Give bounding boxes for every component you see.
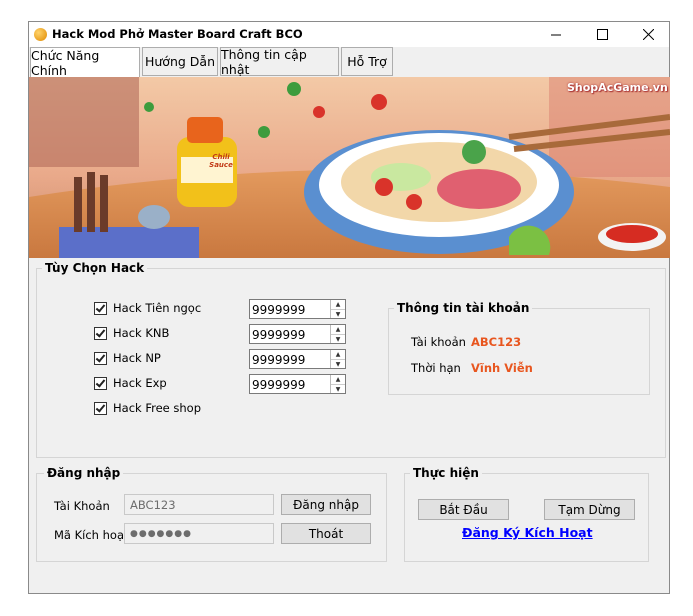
- banner-image: [29, 77, 670, 258]
- stepper-value: 9999999: [252, 303, 306, 317]
- checkbox-label: Hack Tiên ngọc: [113, 301, 202, 315]
- checkbox-label: Hack Free shop: [113, 401, 202, 415]
- tab-main-functions[interactable]: Chức Năng Chính: [30, 47, 140, 78]
- close-icon[interactable]: [625, 22, 671, 47]
- stepper-value: 9999999: [252, 378, 306, 392]
- group-title: Thông tin tài khoản: [394, 301, 533, 315]
- account-label: Tài khoản: [411, 335, 466, 349]
- check-icon[interactable]: [94, 401, 107, 415]
- checkbox-hack-free-shop[interactable]: Hack Free shop: [94, 401, 201, 415]
- app-icon: [34, 28, 47, 41]
- checkbox-label: Hack NP: [113, 351, 161, 365]
- exit-button[interactable]: Thoát: [281, 523, 371, 544]
- stepper-value: 9999999: [252, 353, 306, 367]
- tab-strip: Chức Năng Chính Hướng Dẫn Thông tin cập …: [29, 46, 669, 78]
- login-account-label: Tài Khoản: [54, 499, 110, 513]
- checkbox-hack-tien-ngoc[interactable]: Hack Tiên ngọc: [94, 301, 201, 315]
- checkbox-hack-knb[interactable]: Hack KNB: [94, 326, 169, 340]
- check-icon[interactable]: [94, 326, 107, 340]
- tien-ngoc-stepper[interactable]: 9999999 ▲ ▼: [249, 299, 346, 319]
- title-bar[interactable]: Hack Mod Phở Master Board Craft BCO: [29, 22, 669, 47]
- banner-watermark: ShopAcGame.vn: [567, 81, 668, 94]
- tab-label: Thông tin cập nhật: [221, 46, 307, 77]
- knb-stepper[interactable]: 9999999 ▲ ▼: [249, 324, 346, 344]
- activation-code-field[interactable]: ●●●●●●●: [124, 523, 274, 544]
- minimize-icon[interactable]: [533, 22, 579, 47]
- tab-update-info[interactable]: Thông tin cập nhật: [220, 46, 339, 77]
- check-icon[interactable]: [94, 376, 107, 390]
- stepper-value: 9999999: [252, 328, 306, 342]
- spin-buttons[interactable]: ▲ ▼: [330, 300, 345, 318]
- tab-label: Chức Năng Chính: [31, 48, 100, 78]
- check-icon[interactable]: [94, 301, 107, 315]
- term-label: Thời hạn: [411, 361, 461, 375]
- spin-down-icon[interactable]: ▼: [331, 335, 345, 344]
- spin-buttons[interactable]: ▲ ▼: [330, 350, 345, 368]
- term-value: Vĩnh Viễn: [471, 361, 533, 375]
- group-title: Tùy Chọn Hack: [42, 261, 148, 275]
- window-title: Hack Mod Phở Master Board Craft BCO: [52, 27, 303, 41]
- spin-buttons[interactable]: ▲ ▼: [330, 325, 345, 343]
- login-group: Đăng nhập Tài Khoản ABC123 Đăng nhập Mã …: [36, 466, 387, 562]
- np-stepper[interactable]: 9999999 ▲ ▼: [249, 349, 346, 369]
- account-info-group: Thông tin tài khoản Tài khoản ABC123 Thờ…: [388, 301, 650, 395]
- spin-up-icon[interactable]: ▲: [331, 350, 345, 360]
- start-button[interactable]: Bắt Đầu: [418, 499, 509, 520]
- register-activation-link[interactable]: Đăng Ký Kích Hoạt: [462, 525, 593, 540]
- spin-down-icon[interactable]: ▼: [331, 360, 345, 369]
- activation-code-label: Mã Kích hoạt: [54, 528, 129, 542]
- pause-button[interactable]: Tạm Dừng: [544, 499, 635, 520]
- account-value: ABC123: [471, 335, 522, 349]
- group-title: Thực hiện: [410, 466, 482, 480]
- checkbox-label: Hack KNB: [113, 326, 170, 340]
- checkbox-label: Hack Exp: [113, 376, 167, 390]
- spin-down-icon[interactable]: ▼: [331, 310, 345, 319]
- app-window: Hack Mod Phở Master Board Craft BCO Chức…: [28, 21, 670, 594]
- execute-group: Thực hiện Bắt Đầu Tạm Dừng Đăng Ký Kích …: [404, 466, 649, 562]
- tab-label: Hướng Dẫn: [144, 54, 215, 69]
- tab-support[interactable]: Hỗ Trợ: [341, 47, 393, 76]
- checkbox-hack-exp[interactable]: Hack Exp: [94, 376, 167, 390]
- tab-label: Hỗ Trợ: [347, 54, 387, 69]
- game-banner: ShopAcGame.vn Chili Sauce: [29, 77, 670, 258]
- checkbox-hack-np[interactable]: Hack NP: [94, 351, 161, 365]
- maximize-icon[interactable]: [579, 22, 625, 47]
- login-button[interactable]: Đăng nhập: [281, 494, 371, 515]
- spin-down-icon[interactable]: ▼: [331, 385, 345, 394]
- hack-options-group: Tùy Chọn Hack Hack Tiên ngọc Hack KNB Ha…: [36, 261, 666, 458]
- check-icon[interactable]: [94, 351, 107, 365]
- sauce-label: Chili Sauce: [209, 153, 233, 169]
- spin-up-icon[interactable]: ▲: [331, 325, 345, 335]
- group-title: Đăng nhập: [44, 466, 124, 480]
- exp-stepper[interactable]: 9999999 ▲ ▼: [249, 374, 346, 394]
- spin-up-icon[interactable]: ▲: [331, 300, 345, 310]
- account-field[interactable]: ABC123: [124, 494, 274, 515]
- spin-up-icon[interactable]: ▲: [331, 375, 345, 385]
- tab-guide[interactable]: Hướng Dẫn: [142, 47, 218, 76]
- spin-buttons[interactable]: ▲ ▼: [330, 375, 345, 393]
